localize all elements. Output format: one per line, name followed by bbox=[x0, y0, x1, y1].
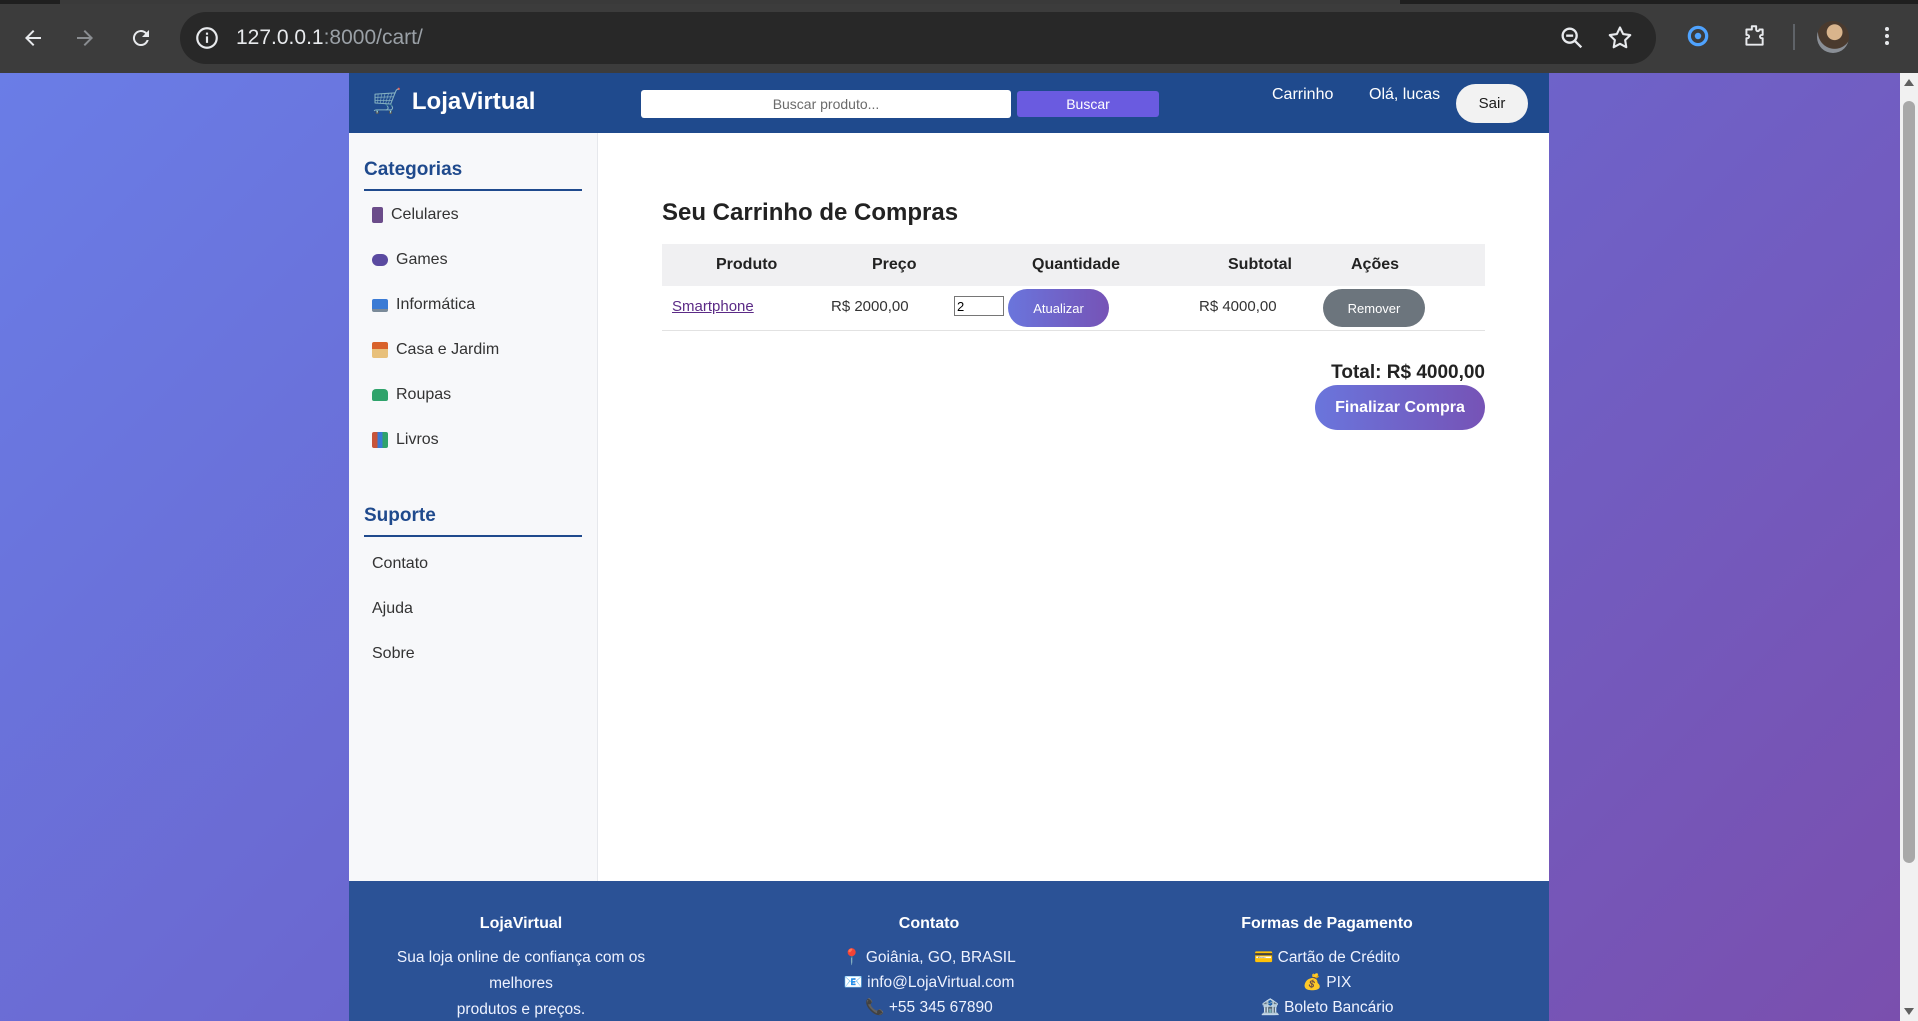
column-header-produto: Produto bbox=[716, 256, 778, 273]
back-icon[interactable] bbox=[13, 18, 53, 58]
footer-about-title: LojaVirtual bbox=[479, 915, 563, 932]
page-viewport: 🛒 LojaVirtual Buscar Carrinho Olá, lucas… bbox=[0, 73, 1900, 1021]
active-tab-edge bbox=[60, 0, 1400, 4]
profile-avatar[interactable] bbox=[1817, 21, 1849, 53]
column-header-quantidade: Quantidade bbox=[1032, 256, 1121, 273]
phone-icon bbox=[372, 207, 383, 223]
table-row: Smartphone R$ 2000,00 Atualizar R$ 4000,… bbox=[662, 286, 1485, 331]
toolbar-divider bbox=[1793, 24, 1795, 50]
category-informatica[interactable]: Informática bbox=[372, 296, 475, 314]
browser-toolbar: 127.0.0.1:8000/cart/ bbox=[0, 0, 1918, 73]
update-quantity-button[interactable]: Atualizar bbox=[1008, 289, 1109, 327]
extension-lens-icon[interactable] bbox=[1682, 20, 1714, 52]
category-label: Livros bbox=[396, 431, 439, 448]
category-label: Casa e Jardim bbox=[396, 341, 500, 358]
column-header-preco: Preço bbox=[872, 256, 917, 273]
extensions-puzzle-icon[interactable] bbox=[1738, 20, 1770, 52]
footer-contact-title: Contato bbox=[898, 915, 960, 932]
books-icon bbox=[372, 432, 388, 448]
column-header-subtotal: Subtotal bbox=[1228, 256, 1292, 273]
support-ajuda-link[interactable]: Ajuda bbox=[372, 600, 413, 618]
cart-logo-icon: 🛒 bbox=[372, 88, 402, 115]
tshirt-icon bbox=[372, 389, 388, 401]
bookmark-star-icon[interactable] bbox=[1606, 24, 1634, 52]
price-cell: R$ 2000,00 bbox=[831, 298, 909, 315]
search-button[interactable]: Buscar bbox=[1017, 91, 1159, 117]
nav-cart-link[interactable]: Carrinho bbox=[1272, 86, 1333, 104]
category-casa-jardim[interactable]: Casa e Jardim bbox=[372, 341, 499, 359]
category-label: Informática bbox=[396, 296, 476, 313]
quantity-input[interactable] bbox=[954, 296, 1004, 316]
page-title: Seu Carrinho de Compras bbox=[662, 199, 959, 226]
zoom-icon[interactable] bbox=[1558, 24, 1586, 52]
scrollbar-thumb[interactable] bbox=[1903, 101, 1915, 863]
cart-total: Total: R$ 4000,00 bbox=[1331, 362, 1485, 383]
footer-payment: Formas de Pagamento 💳 Cartão de Crédito … bbox=[1187, 915, 1467, 1020]
product-link[interactable]: Smartphone bbox=[672, 298, 754, 315]
footer-phone: 📞 +55 345 67890 bbox=[865, 999, 993, 1016]
site-header: 🛒 LojaVirtual Buscar Carrinho Olá, lucas… bbox=[349, 73, 1549, 133]
url-text[interactable]: 127.0.0.1:8000/cart/ bbox=[236, 26, 423, 50]
categories-heading: Categorias bbox=[364, 159, 582, 191]
footer-payment-title: Formas de Pagamento bbox=[1241, 915, 1413, 932]
footer-contact: Contato 📍 Goiânia, GO, BRASIL 📧 info@Loj… bbox=[789, 915, 1069, 1020]
address-bar[interactable]: 127.0.0.1:8000/cart/ bbox=[180, 12, 1656, 64]
site-footer: LojaVirtual Sua loja online de confiança… bbox=[349, 881, 1549, 1021]
forward-icon[interactable] bbox=[65, 18, 105, 58]
url-path: :8000/cart/ bbox=[323, 26, 423, 49]
logout-button[interactable]: Sair bbox=[1456, 84, 1528, 123]
column-header-acoes: Ações bbox=[1351, 256, 1400, 273]
support-heading: Suporte bbox=[364, 505, 582, 537]
category-label: Roupas bbox=[396, 386, 452, 403]
category-livros[interactable]: Livros bbox=[372, 431, 439, 449]
scroll-up-icon[interactable] bbox=[1904, 79, 1914, 86]
page-scrollbar[interactable] bbox=[1900, 73, 1918, 1021]
category-label: Celulares bbox=[391, 206, 459, 223]
house-icon bbox=[372, 342, 388, 358]
sidebar: Categorias Celulares Games Informática C… bbox=[349, 133, 598, 881]
footer-about-text-line1: Sua loja online de confiança com os melh… bbox=[396, 949, 646, 992]
category-games[interactable]: Games bbox=[372, 251, 448, 269]
table-header: Produto Preço Quantidade Subtotal Ações bbox=[662, 244, 1485, 286]
logo-text: LojaVirtual bbox=[411, 87, 536, 115]
payment-boleto: 🏦 Boleto Bancário bbox=[1260, 999, 1394, 1016]
checkout-button[interactable]: Finalizar Compra bbox=[1315, 385, 1485, 430]
footer-email: 📧 info@LojaVirtual.com bbox=[843, 974, 1015, 991]
subtotal-cell: R$ 4000,00 bbox=[1199, 298, 1277, 315]
remove-item-button[interactable]: Remover bbox=[1323, 289, 1425, 327]
payment-pix: 💰 PIX bbox=[1302, 974, 1352, 991]
category-roupas[interactable]: Roupas bbox=[372, 386, 451, 404]
footer-about: LojaVirtual Sua loja online de confiança… bbox=[379, 915, 663, 1021]
store-logo[interactable]: 🛒 LojaVirtual bbox=[372, 87, 535, 116]
url-host: 127.0.0.1 bbox=[236, 26, 324, 49]
footer-about-text-line2: produtos e preços. bbox=[456, 1001, 586, 1018]
tab-strip bbox=[0, 0, 1918, 4]
support-sobre-link[interactable]: Sobre bbox=[372, 645, 415, 663]
payment-card: 💳 Cartão de Crédito bbox=[1254, 949, 1400, 966]
scroll-down-icon[interactable] bbox=[1904, 1008, 1914, 1015]
support-contato-link[interactable]: Contato bbox=[372, 555, 428, 573]
store-page: 🛒 LojaVirtual Buscar Carrinho Olá, lucas… bbox=[349, 73, 1549, 1021]
gamepad-icon bbox=[372, 254, 388, 266]
reload-icon[interactable] bbox=[121, 18, 161, 58]
site-info-icon[interactable] bbox=[194, 25, 220, 51]
category-celulares[interactable]: Celulares bbox=[372, 206, 459, 224]
category-label: Games bbox=[396, 251, 448, 268]
computer-icon bbox=[372, 298, 388, 312]
footer-location: 📍 Goiânia, GO, BRASIL bbox=[842, 949, 1016, 966]
nav-user-greeting[interactable]: Olá, lucas bbox=[1369, 86, 1440, 104]
menu-kebab-icon[interactable] bbox=[1871, 20, 1903, 52]
search-input[interactable] bbox=[641, 90, 1011, 118]
